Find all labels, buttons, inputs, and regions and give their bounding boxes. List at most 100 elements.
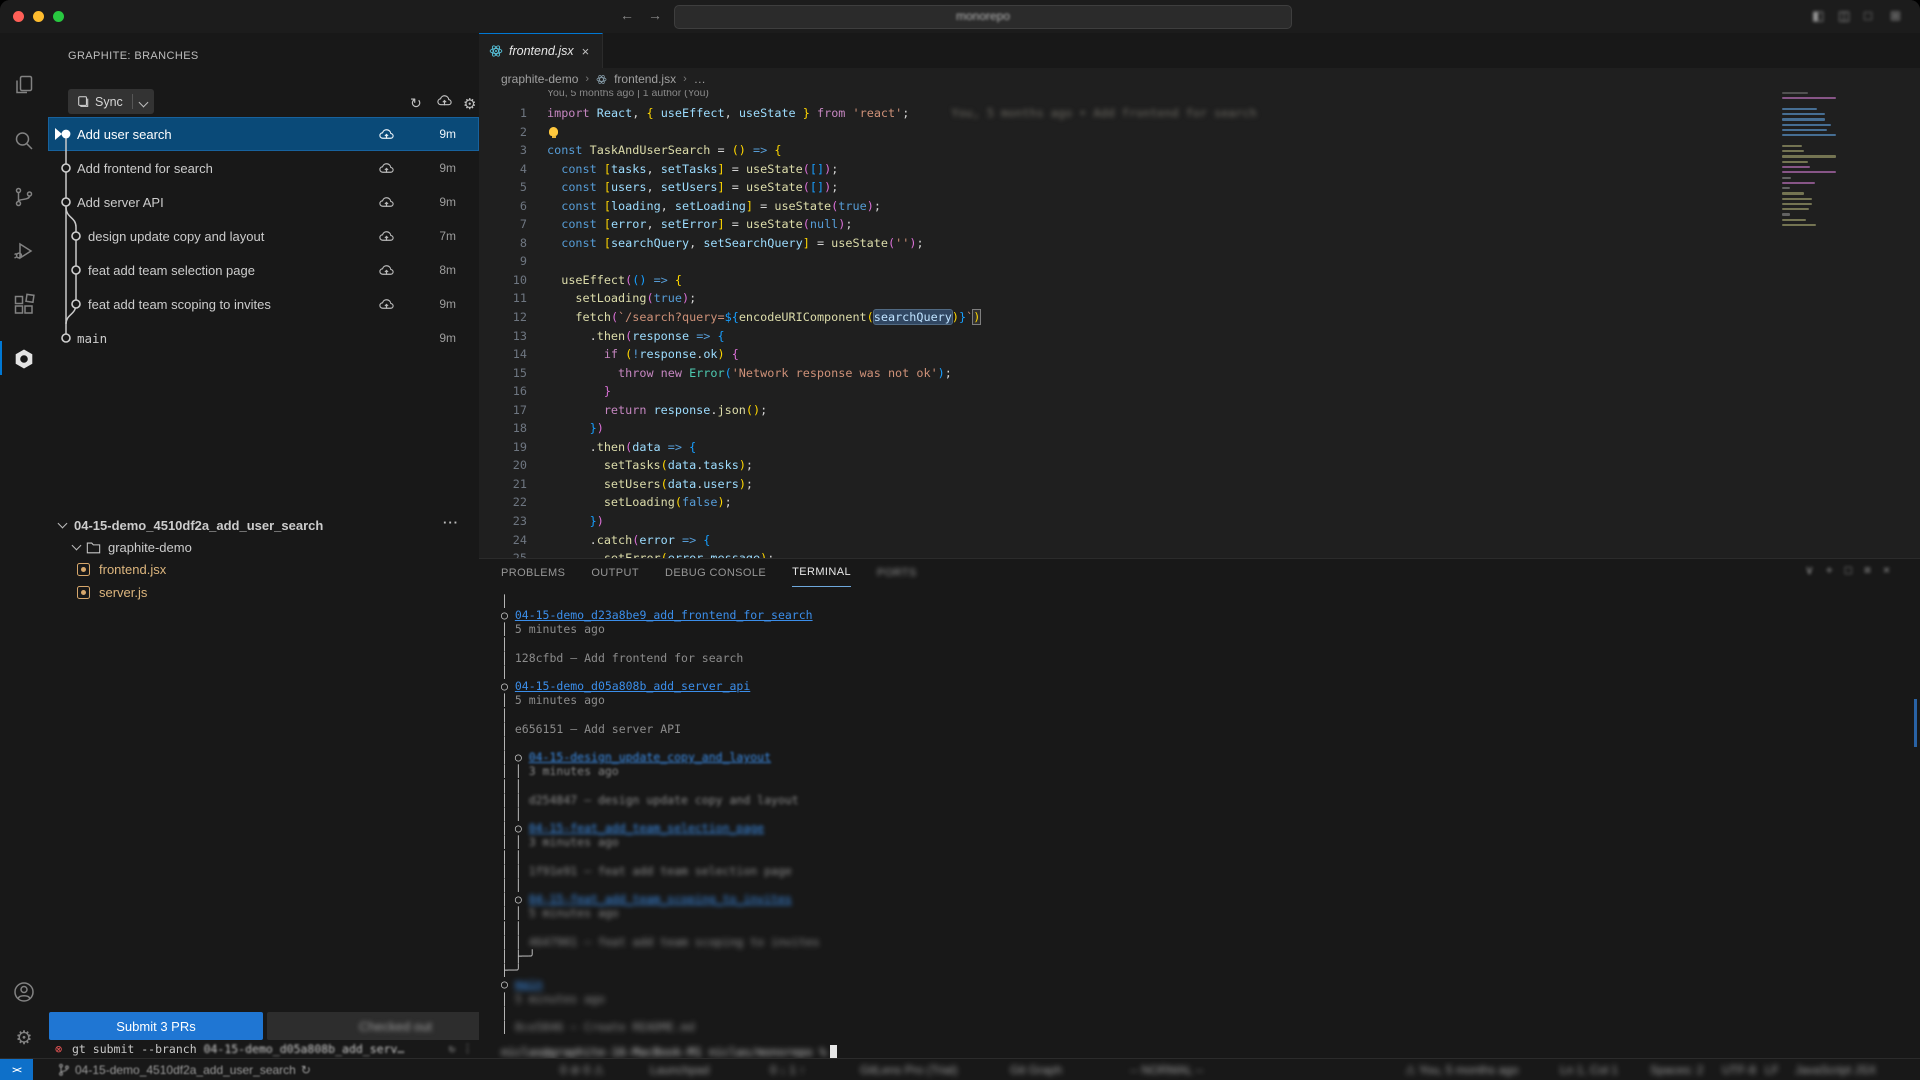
code-line-2[interactable]: 2 — [479, 123, 1920, 142]
graphite-icon[interactable] — [12, 347, 36, 371]
extensions-icon[interactable] — [12, 293, 36, 317]
layout-toggle-icon[interactable]: ◧ — [1812, 8, 1824, 24]
tab-problems[interactable]: PROBLEMS — [501, 560, 565, 587]
accounts-icon[interactable] — [12, 980, 36, 1004]
search-icon[interactable] — [12, 129, 36, 153]
code-line-21[interactable]: 21 setUsers(data.users); — [479, 475, 1920, 494]
code-line-23[interactable]: 23 }) — [479, 512, 1920, 531]
status-item[interactable]: UTF-8 — [1722, 1059, 1756, 1080]
breadcrumb[interactable]: graphite-demo › frontend.jsx › … — [479, 68, 1920, 90]
cloud-upload-icon[interactable] — [378, 195, 395, 212]
breadcrumb-symbol[interactable]: … — [694, 72, 706, 86]
branch-row[interactable]: Add server API9m — [48, 185, 479, 219]
code-line-8[interactable]: 8 const [searchQuery, setSearchQuery] = … — [479, 234, 1920, 253]
branch-link[interactable]: main — [515, 977, 543, 991]
code-line-10[interactable]: 10 useEffect(() => { — [479, 271, 1920, 290]
lightbulb-icon[interactable] — [549, 127, 558, 136]
cloud-upload-icon[interactable] — [436, 93, 453, 110]
submit-prs-button[interactable]: Submit 3 PRs — [49, 1012, 263, 1040]
tab-debug-console[interactable]: DEBUG CONSOLE — [665, 560, 766, 587]
code-line-22[interactable]: 22 setLoading(false); — [479, 493, 1920, 512]
branch-row[interactable]: Add user search9m — [48, 117, 479, 151]
zoom-traffic-light-icon[interactable] — [53, 11, 64, 22]
status-item[interactable]: Launchpad — [650, 1059, 709, 1080]
status-item[interactable]: ⚠ You, 5 months ago — [1405, 1059, 1519, 1080]
code-line-15[interactable]: 15 throw new Error('Network response was… — [479, 364, 1920, 383]
code-line-3[interactable]: 3const TaskAndUserSearch = () => { — [479, 141, 1920, 160]
code-line-18[interactable]: 18 }) — [479, 419, 1920, 438]
source-control-icon[interactable] — [12, 185, 36, 209]
code-line-5[interactable]: 5 const [users, setUsers] = useState([])… — [479, 178, 1920, 197]
code-line-17[interactable]: 17 return response.json(); — [479, 401, 1920, 420]
code-line-16[interactable]: 16 } — [479, 382, 1920, 401]
settings-gear-icon[interactable]: ⚙ — [12, 1027, 36, 1051]
status-item[interactable]: GitLens Pro (Trial) — [860, 1059, 958, 1080]
code-line-11[interactable]: 11 setLoading(true); — [479, 289, 1920, 308]
code-line-24[interactable]: 24 .catch(error => { — [479, 531, 1920, 550]
command-status-icons[interactable]: ↻ ⋮ — [449, 1042, 473, 1055]
tab-terminal[interactable]: TERMINAL — [792, 559, 851, 587]
status-item[interactable]: 0 ⊘ 0 ⚠ — [560, 1059, 604, 1080]
history-nav-arrows[interactable]: ←→ — [620, 7, 676, 23]
code-line-9[interactable]: 9 — [479, 252, 1920, 271]
remote-indicator[interactable]: >< — [0, 1059, 33, 1080]
tree-header[interactable]: 04-15-demo_4510df2a_add_user_search ··· — [48, 514, 479, 536]
branch-link[interactable]: 04-15-demo_d05a808b_add_server_api — [515, 679, 750, 693]
status-item[interactable]: -- NORMAL -- — [1130, 1059, 1204, 1080]
status-item[interactable]: Spaces: 2 — [1650, 1059, 1703, 1080]
status-item[interactable]: JavaScript JSX — [1795, 1059, 1876, 1080]
code-line-14[interactable]: 14 if (!response.ok) { — [479, 345, 1920, 364]
terminal-scrollbar[interactable] — [1914, 699, 1917, 747]
sync-button[interactable]: Sync — [68, 89, 154, 114]
more-actions-icon[interactable]: ··· — [443, 515, 459, 530]
cloud-upload-icon[interactable] — [378, 263, 395, 280]
code-editor[interactable]: You, 5 months ago | 1 author (You) 1impo… — [479, 90, 1920, 558]
code-line-19[interactable]: 19 .then(data => { — [479, 438, 1920, 457]
terminal-prompt[interactable]: niclas@graphite-16-MacBook-M1 niclas/mon… — [501, 1045, 837, 1059]
run-and-debug-icon[interactable] — [12, 239, 36, 263]
cloud-upload-icon[interactable] — [378, 229, 395, 246]
tree-item-frontend-jsx[interactable]: frontend.jsx — [48, 559, 479, 582]
terminal-output[interactable]: │○ 04-15-demo_d23a8be9_add_frontend_for_… — [501, 594, 820, 1034]
branch-row[interactable]: design update copy and layout7m — [48, 219, 479, 253]
secondary-sidebar-toggle-icon[interactable]: □ — [1864, 8, 1872, 23]
cloud-upload-icon[interactable] — [378, 297, 395, 314]
cloud-upload-icon[interactable] — [378, 161, 395, 178]
tab-output[interactable]: OUTPUT — [591, 560, 639, 587]
code-line-12[interactable]: 12 fetch(`/search?query=${encodeURICompo… — [479, 308, 1920, 327]
tree-item-graphite-demo[interactable]: graphite-demo — [48, 536, 479, 559]
refresh-icon[interactable]: ↻ — [410, 95, 422, 112]
branch-row[interactable]: Add frontend for search9m — [48, 151, 479, 185]
code-line-4[interactable]: 4 const [tasks, setTasks] = useState([])… — [479, 160, 1920, 179]
panel-toggle-icon[interactable]: ◫ — [1838, 8, 1850, 24]
terminal-actions[interactable]: ∨+□≡× — [1805, 563, 1902, 577]
status-item[interactable]: Ln 1, Col 1 — [1560, 1059, 1618, 1080]
minimap[interactable] — [1782, 92, 1842, 229]
branch-row[interactable]: main9m — [48, 321, 479, 355]
status-item[interactable]: 0 ↓ 1 ↑ — [770, 1059, 805, 1080]
tree-item-server-js[interactable]: server.js — [48, 581, 479, 604]
status-branch-item[interactable]: 04-15-demo_4510df2a_add_user_search ↻ — [58, 1059, 311, 1080]
cloud-upload-icon[interactable] — [378, 127, 395, 144]
tab-ports[interactable]: PORTS — [877, 560, 917, 587]
branch-link[interactable]: 04-15-design_update_copy_and_layout — [529, 750, 771, 764]
status-item[interactable]: Git Graph — [1010, 1059, 1062, 1080]
close-traffic-light-icon[interactable] — [13, 11, 24, 22]
code-line-25[interactable]: 25 setError(error.message); — [479, 549, 1920, 558]
branch-row[interactable]: feat add team selection page8m — [48, 253, 479, 287]
customize-layout-icon[interactable]: ⊞ — [1890, 8, 1901, 24]
branch-link[interactable]: 04-15-demo_d23a8be9_add_frontend_for_sea… — [515, 608, 813, 622]
code-line-20[interactable]: 20 setTasks(data.tasks); — [479, 456, 1920, 475]
breadcrumb-folder[interactable]: graphite-demo — [501, 72, 578, 86]
codelens-annotation[interactable]: You, 5 months ago | 1 author (You) — [547, 90, 709, 104]
command-center[interactable]: monorepo — [674, 5, 1292, 29]
tab-close-icon[interactable]: × — [582, 44, 590, 59]
branch-link[interactable]: 04-15-feat_add_team_selection_page — [529, 821, 764, 835]
branch-row[interactable]: feat add team scoping to invites9m — [48, 287, 479, 321]
code-line-13[interactable]: 13 .then(response => { — [479, 327, 1920, 346]
minimize-traffic-light-icon[interactable] — [33, 11, 44, 22]
gear-icon[interactable]: ⚙ — [463, 95, 476, 113]
breadcrumb-file[interactable]: frontend.jsx — [614, 72, 676, 86]
branch-link[interactable]: 04-15-feat_add_team_scoping_to_invites — [529, 892, 792, 906]
code-line-1[interactable]: 1import React, { useEffect, useState } f… — [479, 104, 1920, 123]
